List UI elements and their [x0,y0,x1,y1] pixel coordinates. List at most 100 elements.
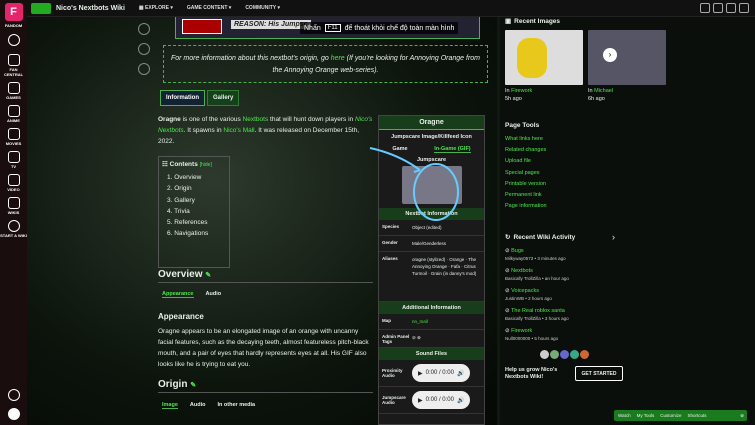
link-nextbots[interactable]: Nextbots [243,116,269,123]
rail-label-fan-central[interactable]: FAN CENTRAL [0,67,27,77]
activity-icon: ↻ [505,234,511,241]
tab-origin-audio[interactable]: Audio [190,402,206,409]
toc-icon[interactable] [138,43,150,55]
tool-link[interactable]: Page information [505,201,547,212]
rail-label-wikis[interactable]: WIKIS [8,210,20,215]
rail-label-movies[interactable]: MOVIES [6,141,22,146]
infobox-section-additional[interactable]: Additional Information [379,302,484,314]
activity-link[interactable]: Firework [511,328,532,334]
help-icon[interactable] [7,389,20,401]
link-nicos-mall[interactable]: Nico's Mall [223,127,254,134]
edit-section-icon[interactable]: ✎ [190,382,196,389]
toc-item[interactable]: 5. References [167,219,226,226]
shortcuts-button[interactable]: Shortcuts [688,413,707,418]
audio-player[interactable]: ▶ 0:00 / 0:00 🔊 [412,364,471,382]
volume-icon[interactable]: 🔊 [457,370,464,377]
tool-link[interactable]: Permanent link [505,190,547,201]
activity-link[interactable]: Voicepacks [511,288,539,294]
my-tools-button[interactable]: My Tools [637,413,655,418]
video-icon[interactable] [7,174,20,186]
toc-hide-link[interactable]: [hide] [200,162,212,168]
overview-tabs: Appearance Audio [162,291,221,298]
avatar[interactable] [7,408,20,420]
rail-label-tv[interactable]: TV [11,164,16,169]
infobox-key: Jumpscare Audio [382,395,406,405]
appearance-text: Oragne appears to be an elongated image … [158,328,369,368]
infobox-section-sounds[interactable]: Sound Files [379,348,484,360]
wikis-icon[interactable] [7,197,20,209]
plus-icon[interactable] [7,220,20,232]
toc-item[interactable]: 4. Trivia [167,208,226,215]
anime-icon[interactable] [7,105,20,117]
tab-information[interactable]: Information [160,90,205,106]
tab-in-other-media[interactable]: In other media [218,402,256,409]
activity-meta: JustinWB • 2 hours ago [505,296,552,301]
wiki-logo[interactable] [31,2,51,14]
tab-audio[interactable]: Audio [206,291,222,298]
tool-link[interactable]: What links here [505,134,547,145]
toc-item[interactable]: 3. Gallery [167,197,226,204]
rail-label-start-wiki[interactable]: START A WIKI [0,233,27,238]
fan-central-icon[interactable] [7,54,20,66]
toc-item[interactable]: 6. Navigations [167,230,226,237]
nav-explore[interactable]: ▦ EXPLORE ▾ [139,5,173,11]
nav-game-content[interactable]: GAME CONTENT ▾ [187,5,231,11]
get-started-button[interactable]: GET STARTED [575,366,623,381]
rail-label-games[interactable]: GAMES [6,95,21,100]
customize-button[interactable]: Customize [660,413,681,418]
expand-icon[interactable] [138,23,150,35]
avatar[interactable] [570,350,579,359]
tab-appearance[interactable]: Appearance [162,291,194,298]
tool-link[interactable]: Special pages [505,168,547,179]
audio-player[interactable]: ▶ 0:00 / 0:00 🔊 [412,391,471,409]
avatar[interactable] [580,350,589,359]
search-icon[interactable] [7,34,20,46]
games-icon[interactable] [7,82,20,94]
recent-image-link[interactable]: Firework [511,88,532,94]
fandom-logo-icon[interactable]: F [4,3,23,21]
edit-section-icon[interactable]: ✎ [205,272,211,279]
tv-icon[interactable] [7,151,20,163]
carousel-next-icon[interactable]: › [603,48,617,62]
recent-image-1[interactable] [505,30,583,85]
movies-icon[interactable] [7,128,20,140]
activity-link[interactable]: The Real roblox santa [511,308,565,314]
infobox-tab-game[interactable]: Game [392,146,407,153]
tool-link[interactable]: Related changes [505,145,547,156]
recent-image-2[interactable] [588,30,666,85]
more-icon[interactable] [739,3,749,13]
tab-image[interactable]: Image [162,402,178,409]
tool-link[interactable]: Upload file [505,156,547,167]
infobox-image[interactable] [401,166,462,204]
activity-more-icon[interactable]: › [612,232,615,242]
avatar[interactable] [550,350,559,359]
search-button-icon[interactable] [700,3,710,13]
toc-item[interactable]: 2. Origin [167,185,226,192]
play-icon[interactable]: ▶ [418,370,423,377]
infobox-section-nextbot[interactable]: Nextbot Information [379,208,484,220]
play-icon[interactable]: ▶ [418,397,423,404]
activity-link[interactable]: Nextbots [511,268,533,274]
volume-icon[interactable]: 🔊 [457,397,464,404]
avatar[interactable] [560,350,569,359]
watch-button[interactable]: Watch [618,413,631,418]
activity-link[interactable]: Bugs [511,248,524,254]
infobox-value[interactable]: nn_mall [412,318,481,325]
infobox-tab-gif[interactable]: In-Game (GIF) [434,146,471,153]
origin-note-link[interactable]: here [331,55,345,62]
tab-gallery[interactable]: Gallery [207,90,240,106]
nav-community[interactable]: COMMUNITY ▾ [245,5,280,11]
pencil-icon[interactable] [138,63,150,75]
close-icon[interactable]: ⊗ [740,413,744,419]
edit-icon[interactable] [726,3,736,13]
rail-label-video[interactable]: VIDEO [7,187,19,192]
fandom-global-rail: F FANDOM FAN CENTRAL GAMES ANIME MOVIES … [0,0,27,425]
rail-label-anime[interactable]: ANIME [7,118,20,123]
discuss-icon[interactable] [713,3,723,13]
wiki-name[interactable]: Nico's Nextbots Wiki [56,5,125,12]
avatar[interactable] [540,350,549,359]
recent-image-link[interactable]: Michael [594,88,613,94]
tool-link[interactable]: Printable version [505,179,547,190]
toc-item[interactable]: 1. Overview [167,174,226,181]
rail-label-fandom: FANDOM [4,23,23,28]
